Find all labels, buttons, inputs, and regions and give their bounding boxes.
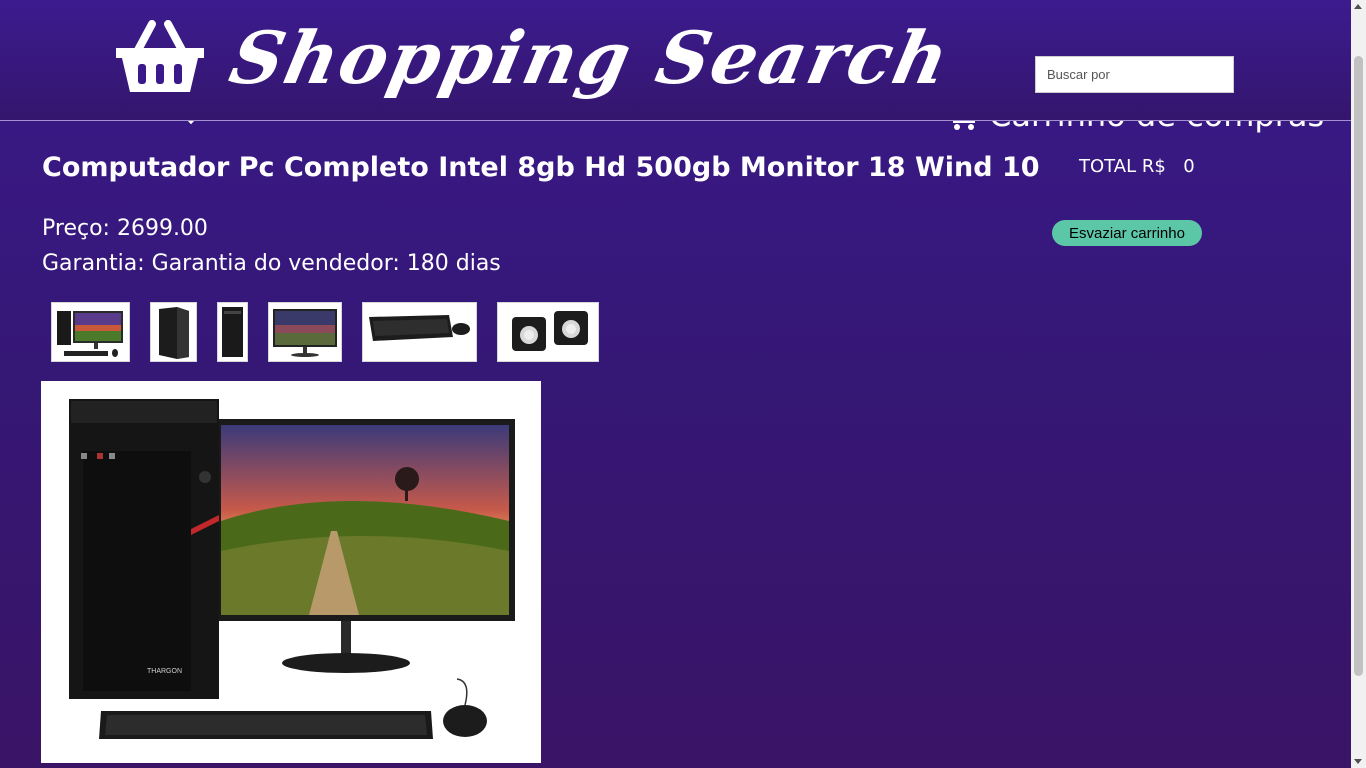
product-main-image: THARGON <box>41 381 541 763</box>
warranty-label: Garantia: <box>42 251 145 276</box>
price-value: 2699.00 <box>116 216 208 241</box>
price-label: Preço: <box>42 216 110 241</box>
scroll-down-icon[interactable] <box>1354 759 1362 764</box>
page: Carrinho de compras Shopping Search Comp… <box>0 0 1351 768</box>
product-title: Computador Pc Completo Intel 8gb Hd 500g… <box>42 152 1040 183</box>
search-input[interactable] <box>1035 56 1234 93</box>
cart-total-value: 0 <box>1183 156 1195 177</box>
empty-cart-button[interactable]: Esvaziar carrinho <box>1052 220 1202 246</box>
thumb-keyboard-mouse[interactable] <box>362 302 477 362</box>
thumb-tower-angle[interactable] <box>150 302 197 362</box>
thumb-monitor[interactable] <box>268 302 342 362</box>
warranty-row: Garantia: Garantia do vendedor: 180 dias <box>42 251 501 276</box>
site-header: Shopping Search <box>0 0 1351 121</box>
cart-total: TOTAL R$ 0 <box>1079 156 1195 177</box>
scroll-thumb[interactable] <box>1354 56 1363 676</box>
site-logo-text[interactable]: Shopping Search <box>221 8 959 108</box>
thumb-full-set[interactable] <box>51 302 130 362</box>
scroll-up-icon[interactable] <box>1354 4 1362 9</box>
svg-text:THARGON: THARGON <box>147 668 182 675</box>
page-scrollbar[interactable] <box>1351 0 1366 768</box>
warranty-value: Garantia do vendedor: 180 dias <box>151 251 501 276</box>
thumb-speakers[interactable] <box>497 302 599 362</box>
cart-total-label: TOTAL R$ <box>1079 156 1166 177</box>
basket-icon[interactable] <box>112 20 208 96</box>
price-row: Preço: 2699.00 <box>42 216 208 241</box>
thumb-tower-front[interactable] <box>217 302 248 362</box>
